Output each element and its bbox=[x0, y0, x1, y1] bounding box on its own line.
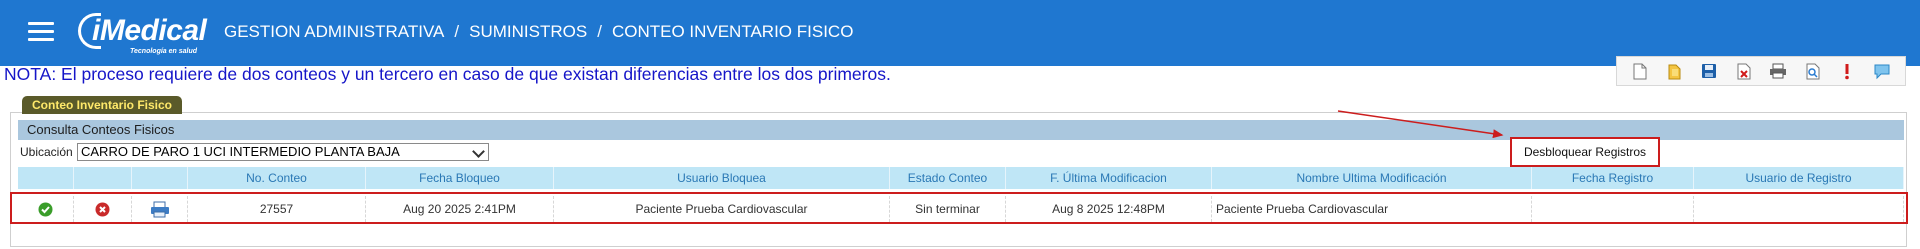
cell-ultima-modificacion: Aug 8 2025 12:48PM bbox=[1006, 196, 1212, 222]
alert-icon[interactable] bbox=[1838, 62, 1856, 80]
delete-document-icon[interactable] bbox=[1735, 62, 1753, 80]
breadcrumb-item[interactable]: GESTION ADMINISTRATIVA bbox=[224, 22, 444, 42]
breadcrumb: GESTION ADMINISTRATIVA / SUMINISTROS / C… bbox=[224, 22, 853, 42]
cell-nombre-ultima-modificacion: Paciente Prueba Cardiovascular bbox=[1212, 196, 1532, 222]
column-header bbox=[74, 167, 132, 189]
menu-icon[interactable] bbox=[28, 22, 54, 44]
new-document-icon[interactable] bbox=[1631, 62, 1649, 80]
chevron-down-icon bbox=[472, 145, 485, 158]
delete-icon[interactable] bbox=[95, 202, 110, 217]
preview-icon[interactable] bbox=[1804, 62, 1822, 80]
row-action-cell bbox=[74, 196, 132, 222]
ubicacion-selected-value: CARRO DE PARO 1 UCI INTERMEDIO PLANTA BA… bbox=[81, 144, 400, 159]
print-icon[interactable] bbox=[150, 201, 170, 218]
action-toolbar bbox=[1616, 56, 1906, 86]
column-header bbox=[132, 167, 188, 189]
logo-text: iMedical bbox=[92, 14, 207, 47]
check-icon[interactable] bbox=[38, 202, 53, 217]
row-action-cell bbox=[18, 196, 74, 222]
tab-conteo-inventario[interactable]: Conteo Inventario Fisico bbox=[22, 96, 183, 114]
cell-estado-conteo: Sin terminar bbox=[890, 196, 1006, 222]
cell-fecha-bloqueo: Aug 20 2025 2:41PM bbox=[366, 196, 554, 222]
ubicacion-select[interactable]: CARRO DE PARO 1 UCI INTERMEDIO PLANTA BA… bbox=[77, 143, 489, 161]
row-action-cell bbox=[132, 196, 188, 222]
print-icon[interactable] bbox=[1769, 62, 1787, 80]
app-logo[interactable]: iMedical Tecnología en salud bbox=[78, 8, 218, 58]
column-header-usuario-bloquea[interactable]: Usuario Bloquea bbox=[554, 167, 890, 189]
process-note: NOTA: El proceso requiere de dos conteos… bbox=[4, 64, 891, 84]
open-folder-icon[interactable] bbox=[1666, 62, 1684, 80]
column-header-no-conteo[interactable]: No. Conteo bbox=[188, 167, 366, 189]
ubicacion-label: Ubicación bbox=[20, 145, 73, 159]
breadcrumb-item-current: CONTEO INVENTARIO FISICO bbox=[611, 22, 854, 41]
save-icon[interactable] bbox=[1700, 62, 1718, 80]
column-header-nombre-ultima-modificacion[interactable]: Nombre Ultima Modificación bbox=[1212, 167, 1532, 189]
column-header-fecha-bloqueo[interactable]: Fecha Bloqueo bbox=[366, 167, 554, 189]
cell-usuario-registro bbox=[1694, 196, 1904, 222]
annotation-arrow bbox=[1337, 110, 1504, 138]
cell-no-conteo: 27557 bbox=[188, 196, 366, 222]
column-header-usuario-registro[interactable]: Usuario de Registro bbox=[1694, 167, 1904, 189]
table-header: No. Conteo Fecha Bloqueo Usuario Bloquea… bbox=[18, 167, 1904, 189]
column-header-ultima-modificacion[interactable]: F. Última Modificacion bbox=[1006, 167, 1212, 189]
logo-tagline: Tecnología en salud bbox=[130, 48, 198, 55]
column-header-estado-conteo[interactable]: Estado Conteo bbox=[890, 167, 1006, 189]
cell-fecha-registro bbox=[1532, 196, 1694, 222]
cell-usuario-bloquea: Paciente Prueba Cardiovascular bbox=[554, 196, 890, 222]
breadcrumb-item[interactable]: SUMINISTROS bbox=[469, 22, 587, 42]
column-header-fecha-registro[interactable]: Fecha Registro bbox=[1532, 167, 1694, 189]
unlock-records-button[interactable]: Desbloquear Registros bbox=[1510, 137, 1660, 167]
help-chat-icon[interactable] bbox=[1873, 62, 1891, 80]
table-row[interactable]: 27557 Aug 20 2025 2:41PM Paciente Prueba… bbox=[18, 196, 1904, 222]
column-header bbox=[18, 167, 74, 189]
breadcrumb-separator: / bbox=[454, 22, 460, 41]
breadcrumb-separator: / bbox=[597, 22, 602, 41]
